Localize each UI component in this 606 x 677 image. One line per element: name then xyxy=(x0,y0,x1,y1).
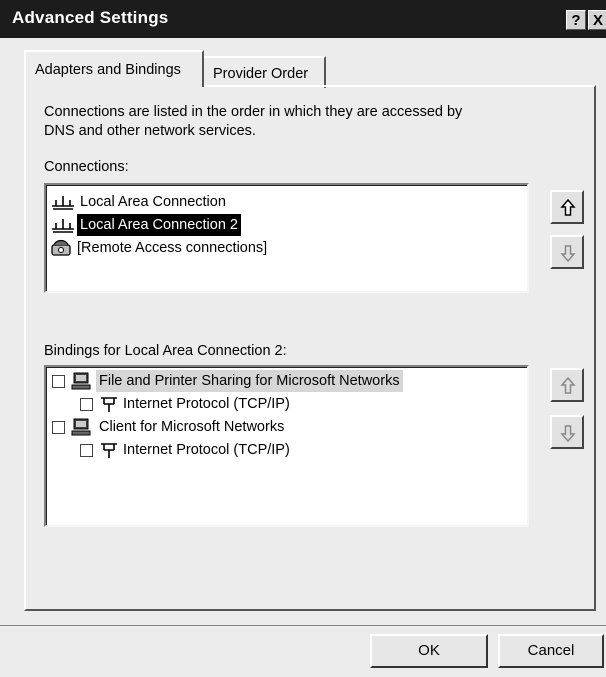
binding-item[interactable]: Internet Protocol (TCP/IP) xyxy=(80,439,293,461)
bindings-list[interactable]: File and Printer Sharing for Microsoft N… xyxy=(44,365,529,527)
binding-label: Client for Microsoft Networks xyxy=(99,419,285,435)
binding-checkbox[interactable] xyxy=(80,398,93,411)
arrow-up-icon xyxy=(560,198,576,216)
description-line-2: DNS and other network services. xyxy=(44,123,256,139)
list-item-local-area-connection-2[interactable]: Local Area Connection 2 xyxy=(50,214,241,236)
connection-label: Local Area Connection xyxy=(80,194,226,210)
binding-label: File and Printer Sharing for Microsoft N… xyxy=(96,370,403,392)
list-item-remote-access-connections[interactable]: [Remote Access connections] xyxy=(50,237,270,259)
binding-item[interactable]: Internet Protocol (TCP/IP) xyxy=(80,393,293,415)
title-bar[interactable]: Advanced Settings ? X xyxy=(0,0,606,38)
binding-item[interactable]: File and Printer Sharing for Microsoft N… xyxy=(50,370,520,392)
network-icon xyxy=(52,219,74,233)
button-separator xyxy=(0,625,606,626)
connections-list[interactable]: Local Area Connection Local Area Connect… xyxy=(44,183,529,293)
protocol-icon xyxy=(101,443,117,458)
arrow-down-icon xyxy=(560,425,576,443)
arrow-down-icon xyxy=(560,245,576,263)
cancel-button[interactable]: Cancel xyxy=(498,634,604,668)
binding-item[interactable]: Client for Microsoft Networks xyxy=(50,416,287,438)
help-button[interactable]: ? xyxy=(566,10,586,30)
binding-checkbox[interactable] xyxy=(52,375,65,388)
connections-move-down-button[interactable] xyxy=(550,235,584,269)
binding-label: Internet Protocol (TCP/IP) xyxy=(123,442,290,458)
bindings-move-up-button[interactable] xyxy=(550,368,584,402)
tab-adapters-and-bindings[interactable]: Adapters and Bindings xyxy=(24,50,204,87)
advanced-settings-dialog: Advanced Settings ? X Adapters and Bindi… xyxy=(0,0,606,677)
computer-icon xyxy=(71,372,91,390)
binding-label: Internet Protocol (TCP/IP) xyxy=(123,396,290,412)
window-title: Advanced Settings xyxy=(12,8,169,27)
ok-button[interactable]: OK xyxy=(370,634,488,668)
bindings-label: Bindings for Local Area Connection 2: xyxy=(44,343,287,359)
network-icon xyxy=(52,196,74,210)
binding-checkbox[interactable] xyxy=(52,421,65,434)
bindings-move-down-button[interactable] xyxy=(550,415,584,449)
connection-label-selected: Local Area Connection 2 xyxy=(77,214,241,236)
phone-modem-icon xyxy=(51,239,71,256)
arrow-up-icon xyxy=(560,376,576,394)
list-item-local-area-connection[interactable]: Local Area Connection xyxy=(50,191,229,213)
description-line-1: Connections are listed in the order in w… xyxy=(44,104,463,120)
connections-move-up-button[interactable] xyxy=(550,190,584,224)
protocol-icon xyxy=(101,397,117,412)
close-button[interactable]: X xyxy=(588,10,606,30)
computer-icon xyxy=(71,418,91,436)
binding-checkbox[interactable] xyxy=(80,444,93,457)
connection-label: [Remote Access connections] xyxy=(77,240,268,256)
connections-label: Connections: xyxy=(44,159,129,175)
tab-provider-order[interactable]: Provider Order xyxy=(204,56,326,88)
